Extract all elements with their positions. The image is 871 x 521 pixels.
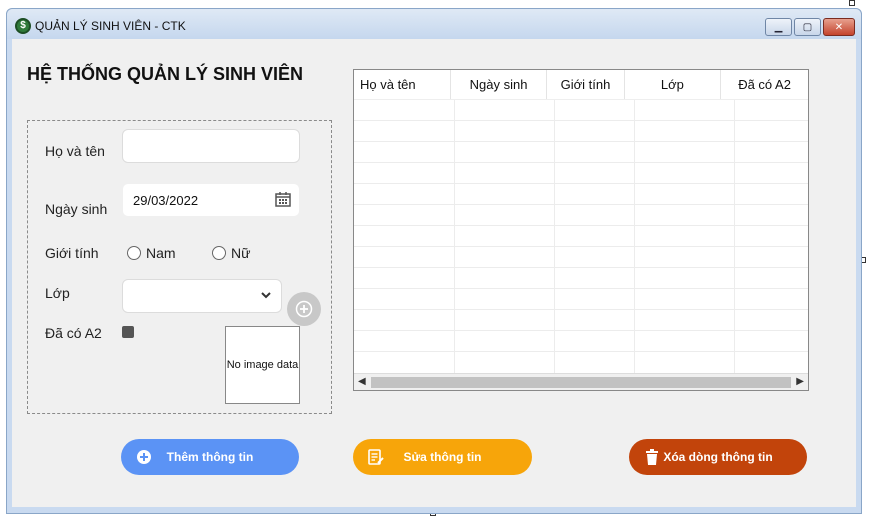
dob-picker[interactable]: 29/03/2022 (122, 183, 300, 217)
scrollbar-thumb[interactable] (371, 377, 791, 388)
chevron-down-icon (261, 292, 271, 299)
resize-handle-top-right[interactable] (849, 0, 855, 6)
horizontal-scrollbar[interactable]: ◀ ▶ (354, 373, 808, 390)
radio-circle-icon (127, 246, 141, 260)
window-title: QUẢN LÝ SINH VIÊN - CTK (35, 19, 186, 33)
app-logo-icon: $ (15, 18, 31, 34)
column-header-gender[interactable]: Giới tính (547, 70, 625, 99)
name-label: Họ và tên (45, 143, 105, 159)
table-gridlines (354, 100, 808, 375)
minimize-button[interactable]: ▁ (765, 18, 792, 36)
picture-placeholder-text: No image data (226, 359, 299, 371)
class-label: Lớp (45, 285, 70, 301)
a2-checkbox[interactable] (122, 326, 134, 338)
gender-female-label: Nữ (231, 245, 251, 261)
window-controls: ▁ ▢ ✕ (765, 18, 855, 36)
add-student-label: Thêm thông tin (166, 450, 254, 464)
gender-label: Giới tính (45, 245, 99, 261)
column-header-class[interactable]: Lớp (625, 70, 722, 99)
client-area: HỆ THỐNG QUẢN LÝ SINH VIÊN Họ và tên Ngà… (12, 39, 856, 507)
page-title: HỆ THỐNG QUẢN LÝ SINH VIÊN (27, 64, 304, 84)
student-table[interactable]: Họ và tên Ngày sinh Giới tính Lớp Đã có … (353, 69, 809, 391)
close-button[interactable]: ✕ (823, 18, 855, 36)
edit-student-label: Sửa thông tin (403, 450, 482, 464)
student-form-group: Họ và tên Ngày sinh 29/03/2022 Giới tính (27, 120, 332, 414)
maximize-button[interactable]: ▢ (794, 18, 821, 36)
scroll-left-icon[interactable]: ◀ (358, 376, 366, 387)
plus-circle-icon (295, 300, 313, 318)
column-header-name[interactable]: Họ và tên (354, 70, 451, 99)
radio-circle-icon (212, 246, 226, 260)
dob-label: Ngày sinh (45, 201, 108, 217)
add-student-button[interactable]: Thêm thông tin (121, 439, 299, 475)
dob-value: 29/03/2022 (133, 193, 199, 208)
gender-female-radio[interactable]: Nữ (212, 245, 250, 261)
column-header-a2[interactable]: Đã có A2 (721, 70, 808, 99)
title-bar[interactable]: $ QUẢN LÝ SINH VIÊN - CTK ▁ ▢ ✕ (7, 9, 861, 39)
gender-male-radio[interactable]: Nam (127, 245, 176, 261)
edit-student-button[interactable]: Sửa thông tin (353, 439, 532, 475)
table-header: Họ và tên Ngày sinh Giới tính Lớp Đã có … (354, 70, 808, 100)
gender-male-label: Nam (146, 245, 176, 261)
name-input[interactable] (122, 129, 300, 163)
table-body (354, 100, 808, 375)
add-class-button[interactable] (287, 292, 321, 326)
a2-label: Đã có A2 (45, 325, 102, 341)
class-select[interactable] (122, 279, 282, 313)
delete-row-button[interactable]: Xóa dòng thông tin (629, 439, 807, 475)
scroll-right-icon[interactable]: ▶ (796, 376, 804, 387)
column-header-dob[interactable]: Ngày sinh (451, 70, 548, 99)
delete-row-label: Xóa dòng thông tin (663, 450, 773, 464)
main-window: $ QUẢN LÝ SINH VIÊN - CTK ▁ ▢ ✕ HỆ THỐNG… (6, 8, 862, 514)
calendar-icon[interactable] (275, 191, 291, 207)
student-picture[interactable]: No image data (225, 326, 300, 404)
